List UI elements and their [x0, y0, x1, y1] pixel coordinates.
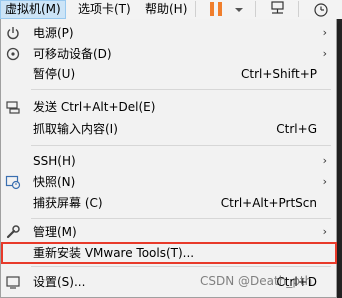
toolbar-separator — [195, 1, 196, 17]
snapshot-icon — [5, 174, 21, 190]
network-icon[interactable] — [268, 1, 288, 18]
menu-tabs[interactable]: 选项卡(T) — [74, 0, 135, 19]
menubar: 虚拟机(M) 选项卡(T) 帮助(H) — [0, 0, 342, 20]
menu-divider — [31, 145, 331, 146]
red-highlight-box — [1, 242, 337, 264]
clock-icon[interactable] — [311, 1, 333, 18]
removable-devices-icon — [5, 46, 21, 62]
menu-item-grab-input[interactable]: 抓取输入内容(I) Ctrl+G — [1, 119, 336, 139]
menu-help[interactable]: 帮助(H) — [141, 0, 191, 19]
menu-divider — [31, 266, 331, 267]
menu-item-removable-devices[interactable]: 可移动设备(D) › — [1, 44, 336, 64]
settings-icon — [5, 274, 21, 290]
menu-item-pause[interactable]: 暂停(U) Ctrl+Shift+P — [1, 64, 336, 84]
submenu-arrow-icon: › — [322, 225, 327, 238]
menu-item-snapshot[interactable]: 快照(N) › — [1, 172, 336, 192]
virtual-machine-menu: 电源(P) › 可移动设备(D) › 暂停(U) Ctrl+Shift+P 发送… — [0, 19, 337, 298]
submenu-arrow-icon: › — [322, 26, 327, 39]
shortcut-label: Ctrl+Alt+PrtScn — [220, 196, 317, 210]
submenu-arrow-icon: › — [322, 47, 327, 60]
wrench-icon — [5, 224, 21, 240]
menu-item-power[interactable]: 电源(P) › — [1, 23, 336, 43]
menu-virtual-machine[interactable]: 虚拟机(M) — [0, 0, 66, 19]
power-icon — [5, 25, 21, 41]
submenu-arrow-icon: › — [322, 154, 327, 167]
toolbar-separator — [298, 1, 299, 17]
menu-divider — [31, 89, 331, 90]
shortcut-label: Ctrl+G — [276, 122, 317, 136]
menu-item-capture-screen[interactable]: 捕获屏幕 (C) Ctrl+Alt+PrtScn — [1, 193, 336, 213]
menu-divider — [31, 218, 331, 219]
menu-item-ssh[interactable]: SSH(H) › — [1, 151, 336, 171]
toolbar-separator — [255, 1, 256, 17]
submenu-arrow-icon: › — [322, 175, 327, 188]
shortcut-label: Ctrl+Shift+P — [241, 67, 317, 81]
watermark: CSDN @Death_pth — [200, 274, 313, 288]
chevron-down-icon[interactable] — [232, 1, 246, 18]
menu-item-manage[interactable]: 管理(M) › — [1, 222, 336, 242]
pause-icon[interactable] — [206, 1, 228, 18]
send-keys-icon — [5, 99, 21, 115]
menu-item-send-ctrl-alt-del[interactable]: 发送 Ctrl+Alt+Del(E) — [1, 97, 336, 117]
